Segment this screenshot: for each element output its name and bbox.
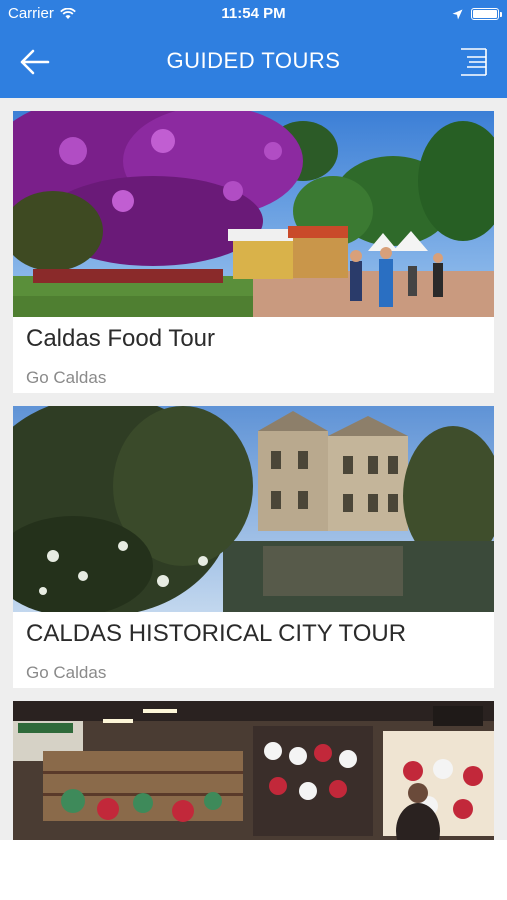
tour-list: Caldas Food Tour Go Caldas CALDAS HISTOR…: [0, 98, 507, 840]
page-title: GUIDED TOURS: [166, 48, 341, 73]
tour-card[interactable]: CALDAS HISTORICAL CITY TOUR Go Caldas: [13, 406, 494, 688]
battery-icon: [471, 8, 502, 20]
location-arrow-icon: [452, 9, 463, 19]
tour-card[interactable]: [13, 701, 494, 840]
menu-button[interactable]: [457, 44, 489, 80]
status-right: [452, 0, 502, 28]
top-bar: Carrier 11:54 PM GUIDED TOURS: [0, 0, 507, 98]
tour-subtitle: Go Caldas: [26, 663, 107, 682]
tour-image: [13, 701, 494, 840]
battery-fill: [473, 10, 497, 18]
tour-image: [13, 111, 494, 317]
bottom-area: [0, 840, 507, 900]
nav-bar: GUIDED TOURS: [0, 28, 507, 98]
tour-subtitle: Go Caldas: [26, 368, 107, 387]
menu-icon: [461, 48, 487, 76]
tour-card[interactable]: Caldas Food Tour Go Caldas: [13, 111, 494, 393]
tour-title: CALDAS HISTORICAL CITY TOUR: [26, 620, 407, 647]
status-time: 11:54 PM: [221, 5, 286, 22]
tour-title: Caldas Food Tour: [26, 325, 215, 352]
status-bar: Carrier 11:54 PM: [0, 0, 507, 28]
tour-image: [13, 406, 494, 612]
